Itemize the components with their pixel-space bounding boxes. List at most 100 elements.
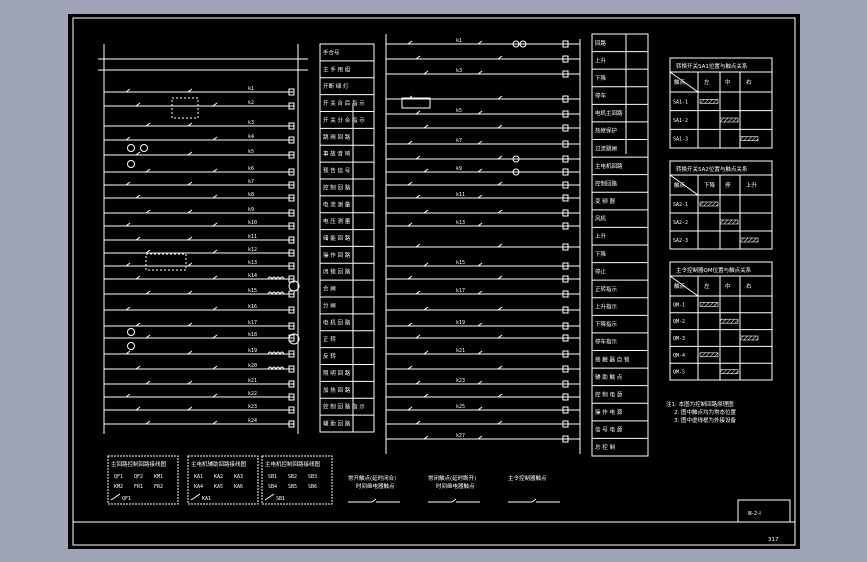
element-tag: k15 (248, 288, 257, 294)
indicator-lamp (140, 144, 148, 152)
table-header: 触点 (674, 282, 686, 290)
right-label: 接 触 器 自 锁 (595, 355, 630, 363)
function-label-column: 手合号主 手 用 组开断 绿 灯开 关 合 后 指 示开 关 分 合 指 示跳 … (319, 43, 375, 433)
right-label: 热继保护 (595, 127, 618, 135)
function-label: 正 转 (323, 335, 336, 343)
legend-item: SB2 (288, 474, 297, 480)
function-label: 操 作 回 路 (323, 251, 351, 259)
right-label: 下降 (595, 250, 607, 258)
indicator-lamp (127, 160, 135, 168)
element-tag: k25 (456, 404, 465, 410)
right-label: 辅 助 触 点 (595, 373, 623, 381)
legend-item: KA4 (194, 484, 203, 490)
function-label: 手合号 (323, 48, 340, 56)
function-label: 开 关 分 合 指 示 (323, 116, 365, 124)
indicator-lamp (127, 342, 135, 350)
element-tag: k1 (456, 38, 462, 44)
table-header: 右 (746, 282, 752, 290)
right-label: 上升指示 (595, 303, 618, 311)
element-tag: k10 (248, 220, 257, 226)
legend-tag: QF1 (122, 496, 131, 502)
table-header: 停 (725, 181, 731, 189)
right-label: 电机主回路 (595, 109, 623, 117)
indicator-lamp (127, 144, 135, 152)
element-tag: k9 (456, 166, 462, 172)
element-tag: k7 (456, 138, 462, 144)
drawing-frame (72, 17, 796, 546)
legend-item: SB4 (268, 484, 277, 490)
function-label: 开 关 合 后 指 示 (323, 99, 365, 107)
element-tag: k3 (248, 120, 254, 126)
element-tag: k11 (248, 234, 257, 240)
table-row-label: QM-1 (673, 302, 685, 308)
table-row-label: SA1-2 (673, 118, 688, 124)
table-row-label: QM-3 (673, 336, 685, 342)
element-tag: k9 (248, 207, 254, 213)
function-label: 辅 助 回 路 (323, 420, 351, 428)
table-row-label: QM-2 (673, 319, 685, 325)
element-tag: k7 (248, 179, 254, 185)
table-header: 下降 (704, 181, 716, 189)
element-tag: k20 (248, 363, 257, 369)
table-row-label: SA2-1 (673, 202, 688, 208)
function-label: 控 制 回 路 (323, 183, 351, 191)
element-tag: k14 (248, 273, 257, 279)
element-tag: k2 (248, 100, 254, 106)
element-tag: k23 (248, 404, 257, 410)
legend-item: SB6 (308, 484, 317, 490)
right-label: 停止 (595, 267, 607, 275)
table-row-label: SA2-2 (673, 220, 688, 226)
element-tag: k6 (248, 166, 254, 172)
element-tag: k5 (456, 108, 462, 114)
element-tag: k19 (456, 320, 465, 326)
contact-mark (739, 335, 759, 341)
drawing-number: Ⅲ-2-Ⅰ (748, 511, 761, 517)
legend-item: QF1 (114, 474, 123, 480)
legend-item: KA5 (214, 484, 223, 490)
table-header: 中 (725, 282, 731, 290)
page-number: 317 (768, 537, 779, 543)
contact-mark (699, 352, 719, 358)
table-header: 左 (704, 78, 710, 86)
function-label: 闭 锁 回 路 (323, 268, 351, 276)
legend-item: SB3 (308, 474, 317, 480)
contact-mark (699, 302, 719, 307)
element-tag: k11 (456, 192, 465, 198)
legend-item: KM1 (154, 474, 163, 480)
table-row-label: QM-4 (673, 353, 685, 359)
legend-item: KM2 (114, 484, 123, 490)
right-label: 信 号 电 源 (595, 426, 623, 434)
right-label: 上升 (595, 232, 607, 240)
contact-blade (531, 498, 537, 503)
right-label: 主电机回路 (595, 162, 623, 170)
symbol-note-sub: 时间继电器触点 (356, 482, 395, 490)
right-label-column: 回路上升下降停车电机主回路热继保护过流跳闸主电机回路控制回路变 频 器风机上升下… (591, 33, 649, 457)
contact-mark (699, 201, 719, 207)
right-label: 下降指示 (595, 320, 618, 328)
element-tag: k1 (248, 86, 254, 92)
element-tag: k21 (248, 378, 257, 384)
table-title: 转换开关SA1位置与触点关系 (676, 62, 748, 70)
right-label: 下降 (595, 74, 607, 82)
contact-mark (719, 318, 739, 324)
table-row-label: SA1-3 (673, 137, 688, 143)
note-line: 2. 图中触点均为常态位置 (674, 408, 736, 416)
symbol-note-title: 常开触点(延时闭合) (348, 474, 396, 482)
element-tag: k15 (456, 260, 465, 266)
function-label: 控 制 回 路 指 示 (323, 403, 365, 411)
right-label: 总 控 制 (595, 443, 615, 451)
function-label: 电 流 测 量 (323, 200, 351, 208)
legend-pointer (110, 493, 121, 501)
function-label: 跳 闸 回 路 (323, 133, 351, 141)
function-label: 事 故 音 响 (323, 150, 351, 158)
title-block (737, 499, 791, 523)
notes: 注1: 本图为控制回路原理图2. 图中触点均为常态位置3. 图中虚线框为外接设备 (666, 400, 736, 424)
legend-item: SB1 (268, 474, 277, 480)
table-title: 主令控制器QM位置与触点关系 (676, 266, 752, 274)
contact-mark (719, 219, 739, 225)
drawing-sheet: k1 k2 k3 k4 k5 k6 k7 k8 k9 k10 k11 k12 k13 k14 k15 k16 k… (68, 14, 800, 549)
element-tag: k5 (248, 149, 254, 155)
legend-pointer (264, 493, 275, 501)
table-header: 左 (704, 282, 710, 290)
table-row-label: SA1-1 (673, 99, 688, 105)
